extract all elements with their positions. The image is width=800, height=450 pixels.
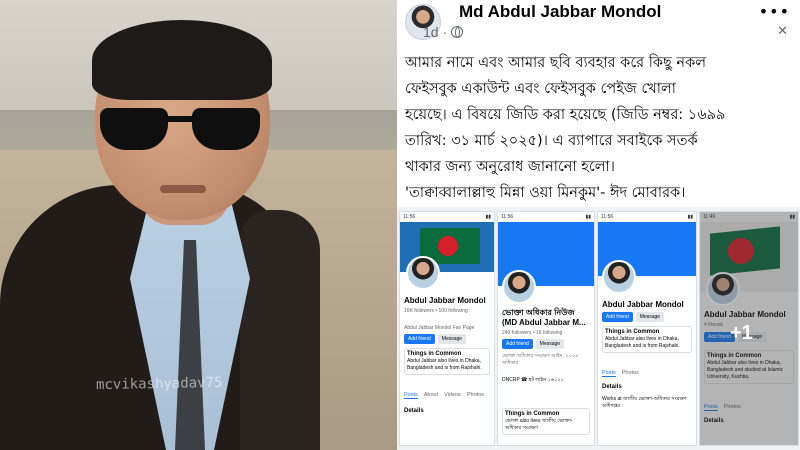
card-title: Things in Common <box>407 351 462 357</box>
followers-count: 16K followers • 100 following <box>404 308 468 314</box>
sunglasses <box>100 108 260 152</box>
things-in-common-card: Things in Common Abdul Jabbar also lives… <box>602 326 692 353</box>
attached-screenshots: 11:56 ▮▮ Abdul Jabbar Mondol 16K follower… <box>397 207 800 450</box>
followers-count: 240 followers • 16 following <box>502 330 563 336</box>
add-friend-button[interactable]: Add friend <box>404 334 435 344</box>
author-name[interactable]: Md Abdul Jabbar Mondol <box>459 2 661 22</box>
status-time: 11:56 <box>501 214 514 220</box>
tab-posts[interactable]: Posts <box>404 392 418 399</box>
profile-picture <box>502 270 536 304</box>
profile-tabs: Posts About Videos Photos <box>404 392 484 399</box>
post-meta: 1d · <box>423 24 464 40</box>
globe-icon <box>451 26 464 38</box>
post-text-line: থাকার জন্য অনুরোধ জানানো হলো। <box>405 159 615 175</box>
photo-hair <box>92 20 272 100</box>
tab-videos[interactable]: Videos <box>444 392 461 399</box>
message-button[interactable]: Message <box>535 339 565 349</box>
tab-photos[interactable]: Photos <box>622 370 639 377</box>
screenshot-3[interactable]: 11:56 ▮▮ Abdul Jabbar Mondol Add friend M… <box>597 211 697 446</box>
profile-name: Abdul Jabbar Mondol <box>602 300 684 309</box>
sunglasses-lens-left <box>100 108 168 150</box>
screenshot-2[interactable]: 11:56 ▮▮ ভোক্তা অধিকার নিউজ (MD Abdul Jab… <box>497 211 595 446</box>
photo-watermark: mcvikashyadav75 <box>95 374 223 394</box>
dot-separator: · <box>442 24 448 40</box>
page-subtitle: ভোক্তা অধিকার সংরক্ষণ আইন, ২০০৯ অধিকার <box>502 353 579 366</box>
card-title: Things in Common <box>505 411 560 417</box>
profile-name: Abdul Jabbar Mondol <box>404 296 486 305</box>
more-images-count[interactable]: +1 <box>730 322 753 345</box>
screenshot-1[interactable]: 11:56 ▮▮ Abdul Jabbar Mondol 16K follower… <box>399 211 495 446</box>
photo-mouth <box>160 185 206 193</box>
close-icon[interactable]: ✕ <box>777 24 788 39</box>
tab-about[interactable]: About <box>424 392 438 399</box>
add-friend-button[interactable]: Add friend <box>602 312 633 322</box>
status-bar: 11:56 ▮▮ <box>498 212 594 222</box>
works-at-text: Works at জাতীয় ভোক্তা-অধিকার সংরক্ষণ অধ… <box>602 396 687 409</box>
post-text-line: ফেইসবুক একাউন্ট এবং ফেইসবুক পেইজ খোলা <box>405 81 676 97</box>
profile-picture <box>406 256 440 290</box>
sunglasses-lens-right <box>192 108 260 150</box>
status-time: 11:56 <box>601 214 614 220</box>
post-time[interactable]: 1d <box>423 24 439 40</box>
add-friend-button[interactable]: Add friend <box>502 339 533 349</box>
card-title: Things in Common <box>605 329 660 335</box>
message-button[interactable]: Message <box>635 312 665 322</box>
card-text: Abdul Jabbar also lives in Dhaka, Bangla… <box>605 336 680 349</box>
status-bar: 11:56 ▮▮ <box>598 212 696 222</box>
signal-icon: ▮▮ <box>485 214 491 220</box>
post-text-line: আমার নামে এবং আমার ছবি ব্যবহার করে কিছু … <box>405 55 707 71</box>
card-text: ভোক্তা also lives জাতীয় ভোক্তা-অধিকার স… <box>505 418 573 431</box>
post-text-line: 'তাক্বাব্বালাল্লাহু মিন্না ওয়া মিনকুম'-… <box>405 185 686 201</box>
profile-picture <box>602 260 636 294</box>
hotline-text: DNCRP ☎ হট লাইন ১৬১২১ <box>502 377 564 383</box>
tab-photos[interactable]: Photos <box>467 392 484 399</box>
post-text-line: হয়েছে। এ বিষয়ে জিডি করা হয়েছে (জিডি ন… <box>405 107 726 123</box>
status-bar: 11:56 ▮▮ <box>400 212 494 222</box>
profile-name: ভোক্তা অধিকার নিউজ <box>502 308 575 317</box>
tab-posts[interactable]: Posts <box>602 370 616 377</box>
details-heading: Details <box>602 384 622 390</box>
signal-icon: ▮▮ <box>585 214 591 220</box>
status-time: 11:56 <box>403 214 416 220</box>
profile-name-secondary: (MD Abdul Jabbar M... <box>502 318 586 327</box>
things-in-common-card: Things in Common Abdul Jabbar also lives… <box>404 348 490 375</box>
signal-icon: ▮▮ <box>687 214 693 220</box>
screenshot-4[interactable]: 11:49 ▮▮ Abdul Jabbar Mondol 4 friends Ad… <box>699 211 799 446</box>
flag-red <box>438 236 458 256</box>
message-button[interactable]: Message <box>437 334 467 344</box>
action-buttons: Add friend Message <box>602 312 665 322</box>
action-buttons: Add friend Message <box>404 334 467 344</box>
more-options-icon[interactable]: ••• <box>759 2 790 21</box>
action-buttons: Add friend Message <box>502 339 565 349</box>
card-text: Abdul Jabbar also lives in Dhaka, Bangla… <box>407 358 482 371</box>
post-text: আমার নামে এবং আমার ছবি ব্যবহার করে কিছু … <box>405 50 793 206</box>
photo-jacket-right <box>240 210 320 450</box>
page-name: Abdul Jabbar Mondol Fan Page <box>404 325 475 331</box>
facebook-post: Md Abdul Jabbar Mondol 1d · ••• ✕ আমার ন… <box>397 0 800 450</box>
sunglasses-bridge <box>166 116 194 122</box>
details-heading: Details <box>404 408 424 414</box>
profile-tabs: Posts Photos <box>602 370 639 377</box>
things-in-common-card: Things in Common ভোক্তা also lives জাতীয… <box>502 408 590 435</box>
profile-photo: mcvikashyadav75 <box>0 0 397 450</box>
post-text-line: তারিখ: ৩১ মার্চ ২০২৫)। এ ব্যাপারে সবাইকে… <box>405 133 698 149</box>
